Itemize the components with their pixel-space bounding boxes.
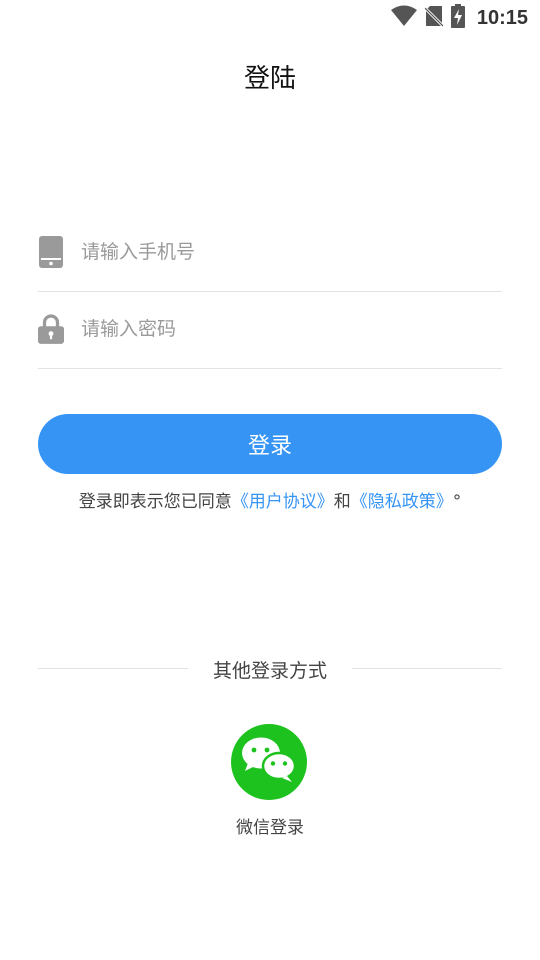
other-login-label: 其他登录方式 xyxy=(212,660,327,682)
login-button[interactable]: 登录 xyxy=(38,414,502,474)
privacy-policy-link[interactable]: 《隐私政策》 xyxy=(351,492,453,512)
status-icons: 10:15 xyxy=(390,0,528,36)
wechat-login-label: 微信登录 xyxy=(236,818,304,838)
status-time: 10:15 xyxy=(476,6,528,29)
phone-icon xyxy=(38,236,64,268)
agreement-suffix: ° xyxy=(452,492,462,512)
password-field xyxy=(38,291,502,369)
phone-input[interactable] xyxy=(81,232,481,272)
agreement-conjunction: 和 xyxy=(333,492,351,512)
wechat-login-button[interactable] xyxy=(231,724,307,800)
page-title: 登陆 xyxy=(243,64,296,94)
wifi-icon xyxy=(390,5,417,31)
wechat-icon xyxy=(240,735,298,789)
battery-charging-icon xyxy=(450,4,465,32)
phone-field xyxy=(38,214,502,292)
no-sim-icon xyxy=(423,5,444,31)
password-input[interactable] xyxy=(81,309,481,349)
lock-icon xyxy=(38,313,64,345)
divider-right xyxy=(352,668,502,669)
status-bar: 10:15 xyxy=(0,0,540,36)
agreement-prefix: 登录即表示您已同意 xyxy=(78,492,232,512)
agreement-text: 登录即表示您已同意《用户协议》和《隐私政策》° xyxy=(0,487,540,512)
user-agreement-link[interactable]: 《用户协议》 xyxy=(232,492,334,512)
